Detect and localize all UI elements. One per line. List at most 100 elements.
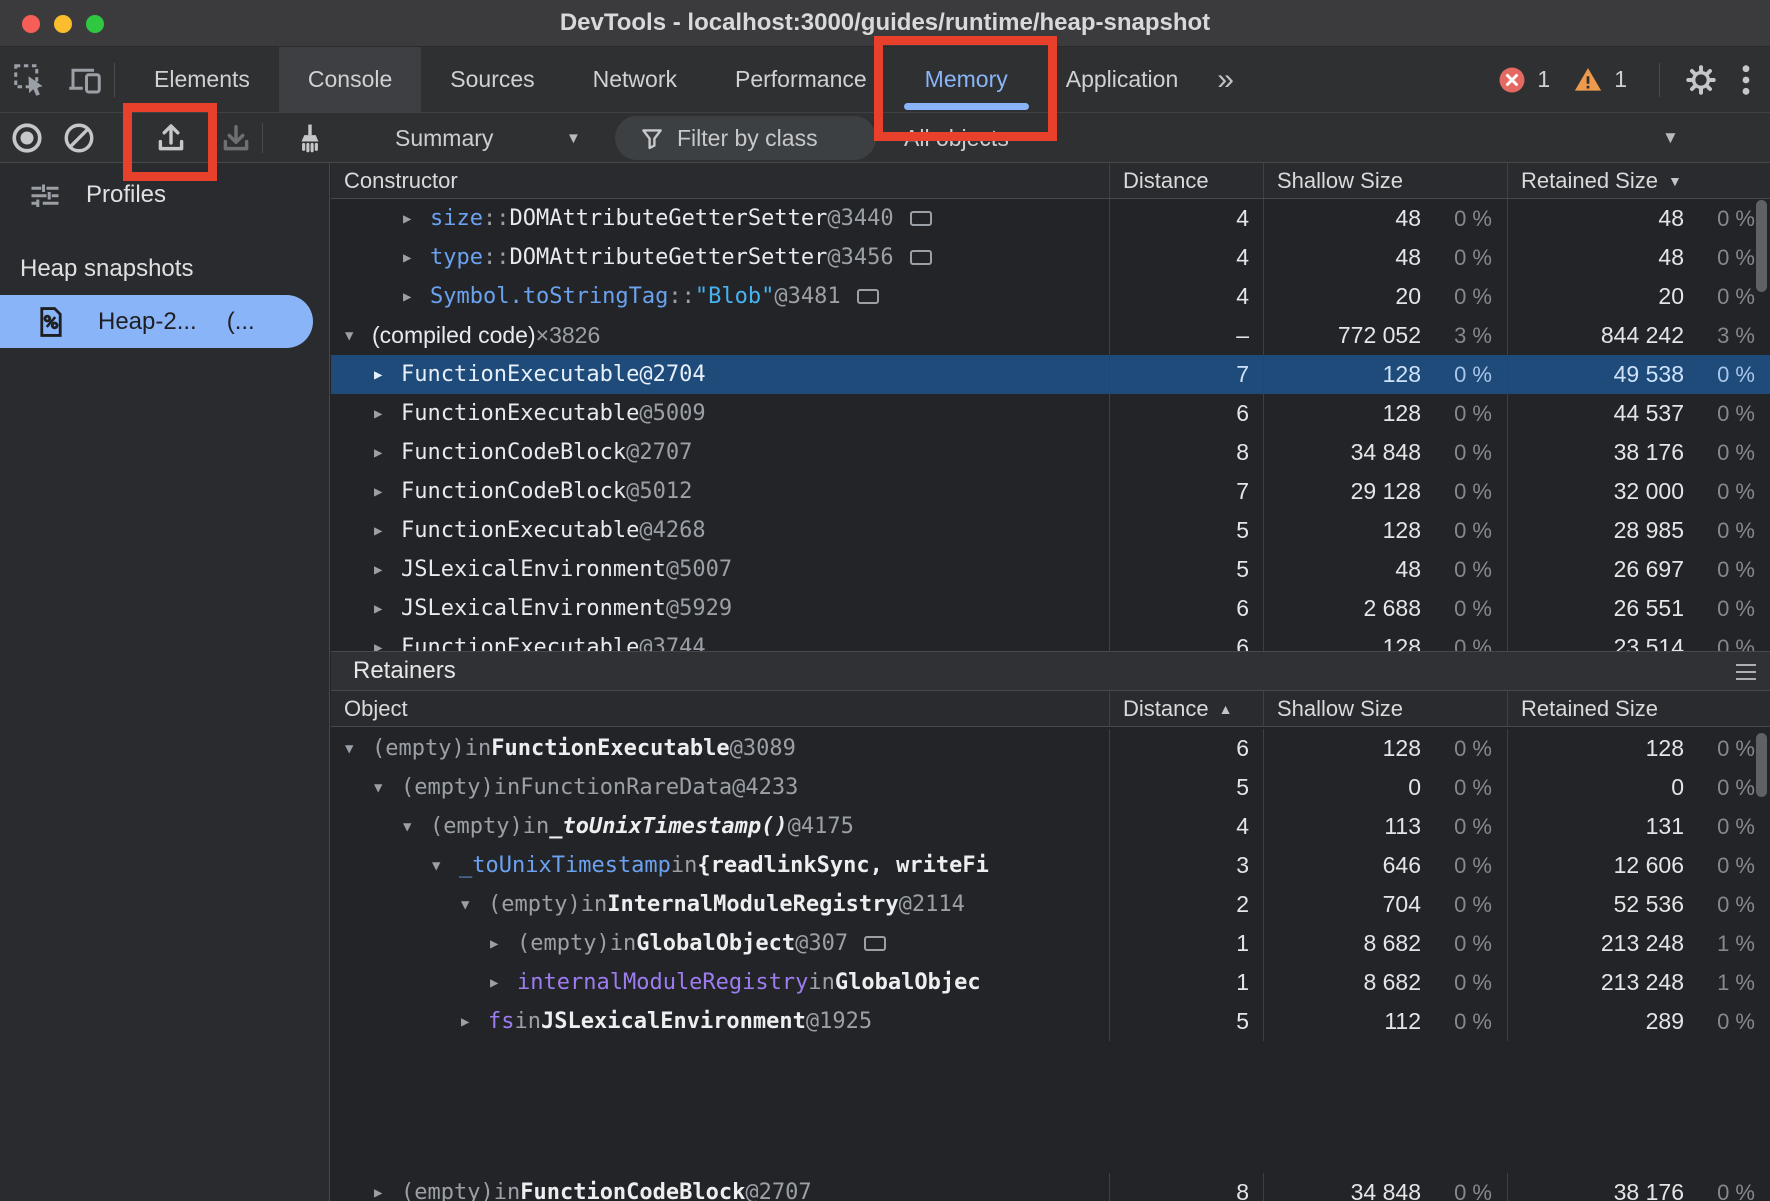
- table-row[interactable]: ▶FunctionExecutable @500961280 %44 5370 …: [331, 394, 1770, 433]
- expand-arrow-icon[interactable]: ▶: [461, 1014, 488, 1030]
- clear-console-brush-icon[interactable]: [293, 113, 327, 163]
- expand-arrow-icon[interactable]: ▶: [374, 601, 401, 617]
- table-row[interactable]: ▼(empty) in FunctionRareData @4233500 %0…: [331, 768, 1770, 807]
- tab-network[interactable]: Network: [564, 47, 706, 112]
- expand-arrow-icon[interactable]: ▶: [374, 406, 401, 422]
- expand-arrow-icon[interactable]: ▶: [374, 1185, 401, 1201]
- table-row[interactable]: ▶(empty) in FunctionCodeBlock @2707834 8…: [331, 1173, 1770, 1201]
- expand-arrow-icon[interactable]: ▶: [374, 367, 401, 383]
- close-window-button[interactable]: [22, 15, 40, 33]
- table-row[interactable]: ▼_toUnixTimestamp in {readlinkSync, writ…: [331, 846, 1770, 885]
- collapse-arrow-icon[interactable]: ▼: [345, 741, 372, 757]
- expand-arrow-icon[interactable]: ▶: [490, 975, 517, 991]
- table-row[interactable]: ▶(empty) in GlobalObject @30718 6820 %21…: [331, 924, 1770, 963]
- reveal-icon[interactable]: [910, 250, 932, 265]
- table-row[interactable]: ▼(empty) in _toUnixTimestamp() @41754113…: [331, 807, 1770, 846]
- table-row[interactable]: ▶size :: DOMAttributeGetterSetter @34404…: [331, 199, 1770, 238]
- column-header-shallow-size[interactable]: Shallow Size: [1263, 163, 1507, 198]
- column-header-object[interactable]: Object: [331, 691, 1109, 726]
- collapse-arrow-icon[interactable]: ▼: [432, 858, 459, 874]
- toolbar-overflow-caret-icon[interactable]: ▼: [1662, 113, 1679, 163]
- size-value: 48: [1508, 205, 1684, 232]
- size-percent: 0 %: [1421, 401, 1507, 427]
- table-row[interactable]: ▼(compiled code) ×3826–772 0523 %844 242…: [331, 316, 1770, 355]
- collapse-arrow-icon[interactable]: ▼: [461, 897, 488, 913]
- column-header-retained-size[interactable]: Retained Size: [1507, 691, 1770, 726]
- column-header-distance[interactable]: Distance▲: [1109, 691, 1263, 726]
- expand-arrow-icon[interactable]: ▶: [374, 640, 401, 652]
- minimize-window-button[interactable]: [54, 15, 72, 33]
- reveal-icon[interactable]: [864, 936, 886, 951]
- table-row[interactable]: ▶internalModuleRegistry in GlobalObjec18…: [331, 963, 1770, 1002]
- load-profile-button[interactable]: [154, 113, 188, 163]
- shallow-size-cell: 200 %: [1263, 277, 1507, 316]
- table-row[interactable]: ▶FunctionExecutable @374461280 %23 5140 …: [331, 628, 1770, 651]
- tab-application[interactable]: Application: [1037, 47, 1208, 112]
- reveal-icon[interactable]: [857, 289, 879, 304]
- heap-snapshot-item[interactable]: Heap-2... (...: [0, 295, 313, 348]
- clear-profiles-button[interactable]: [62, 113, 96, 163]
- table-row[interactable]: ▶JSLexicalEnvironment @50075480 %26 6970…: [331, 550, 1770, 589]
- device-toolbar-icon[interactable]: [66, 62, 104, 98]
- tab-memory[interactable]: Memory: [896, 47, 1037, 112]
- take-snapshot-button[interactable]: [10, 113, 44, 163]
- zoom-window-button[interactable]: [86, 15, 104, 33]
- table-row[interactable]: ▶type :: DOMAttributeGetterSetter @34564…: [331, 238, 1770, 277]
- retainers-title: Retainers: [353, 657, 456, 685]
- tab-elements[interactable]: Elements: [125, 47, 279, 112]
- table-row[interactable]: ▼(empty) in InternalModuleRegistry @2114…: [331, 885, 1770, 924]
- perspective-select-caret-icon[interactable]: ▼: [566, 113, 581, 163]
- object-name-segment: @4233: [732, 775, 798, 800]
- object-name-segment: FunctionCodeBlock: [401, 479, 626, 504]
- perspective-select[interactable]: Summary: [395, 113, 493, 163]
- table-row[interactable]: ▼(empty) in FunctionExecutable @30896128…: [331, 729, 1770, 768]
- tab-performance[interactable]: Performance: [706, 47, 896, 112]
- settings-gear-icon[interactable]: [1684, 63, 1718, 97]
- column-header-constructor[interactable]: Constructor: [331, 163, 1109, 198]
- column-header-distance[interactable]: Distance: [1109, 163, 1263, 198]
- column-header-shallow-size[interactable]: Shallow Size: [1263, 691, 1507, 726]
- expand-arrow-icon[interactable]: ▶: [374, 445, 401, 461]
- column-header-retained-size[interactable]: Retained Size▼: [1507, 163, 1770, 198]
- more-options-icon[interactable]: [1740, 63, 1752, 97]
- expand-arrow-icon[interactable]: ▶: [403, 250, 430, 266]
- filter-by-class-input[interactable]: Filter by class: [615, 116, 876, 160]
- expand-arrow-icon[interactable]: ▶: [403, 211, 430, 227]
- expand-arrow-icon[interactable]: ▶: [374, 523, 401, 539]
- inspect-element-icon[interactable]: [12, 62, 48, 98]
- window-title: DevTools - localhost:3000/guides/runtime…: [560, 9, 1210, 37]
- table-row[interactable]: ▶FunctionCodeBlock @2707834 8480 %38 176…: [331, 433, 1770, 472]
- size-value: 128: [1264, 735, 1421, 762]
- reveal-icon[interactable]: [910, 211, 932, 226]
- retainers-pane-titlebar[interactable]: Retainers: [331, 651, 1770, 691]
- size-percent: 3 %: [1684, 323, 1770, 349]
- heap-snapshots-section-label: Heap snapshots: [20, 255, 193, 283]
- class-filter-select[interactable]: All objects: [904, 113, 1009, 163]
- table-row[interactable]: ▶FunctionExecutable @270471280 %49 5380 …: [331, 355, 1770, 394]
- collapse-arrow-icon[interactable]: ▼: [403, 819, 430, 835]
- more-tabs-chevron-icon[interactable]: »: [1207, 47, 1242, 112]
- table-row[interactable]: ▶FunctionExecutable @426851280 %28 9850 …: [331, 511, 1770, 550]
- warning-badge-icon[interactable]: [1572, 65, 1604, 95]
- expand-arrow-icon[interactable]: ▶: [403, 289, 430, 305]
- table-row[interactable]: ▶JSLexicalEnvironment @592962 6880 %26 5…: [331, 589, 1770, 628]
- constructors-scrollbar-thumb[interactable]: [1756, 200, 1767, 292]
- table-row[interactable]: ▶fs in JSLexicalEnvironment @192551120 %…: [331, 1002, 1770, 1041]
- expand-arrow-icon[interactable]: ▶: [490, 936, 517, 952]
- object-name-segment: in: [808, 970, 835, 995]
- retainers-menu-icon[interactable]: [1736, 664, 1756, 680]
- table-row[interactable]: ▶FunctionCodeBlock @5012729 1280 %32 000…: [331, 472, 1770, 511]
- object-name-segment: @1925: [806, 1009, 872, 1034]
- object-name-segment: FunctionExecutable: [401, 362, 639, 387]
- expand-arrow-icon[interactable]: ▶: [374, 484, 401, 500]
- retained-size-cell: 480 %: [1507, 238, 1770, 277]
- retainers-scrollbar-thumb[interactable]: [1756, 733, 1767, 797]
- tab-console[interactable]: Console: [279, 47, 421, 112]
- collapse-arrow-icon[interactable]: ▼: [374, 780, 401, 796]
- table-row[interactable]: ▶Symbol.toStringTag :: "Blob" @34814200 …: [331, 277, 1770, 316]
- tab-sources[interactable]: Sources: [421, 47, 563, 112]
- save-profile-button[interactable]: [219, 113, 253, 163]
- expand-arrow-icon[interactable]: ▶: [374, 562, 401, 578]
- error-badge-icon[interactable]: [1497, 65, 1527, 95]
- collapse-arrow-icon[interactable]: ▼: [345, 328, 372, 344]
